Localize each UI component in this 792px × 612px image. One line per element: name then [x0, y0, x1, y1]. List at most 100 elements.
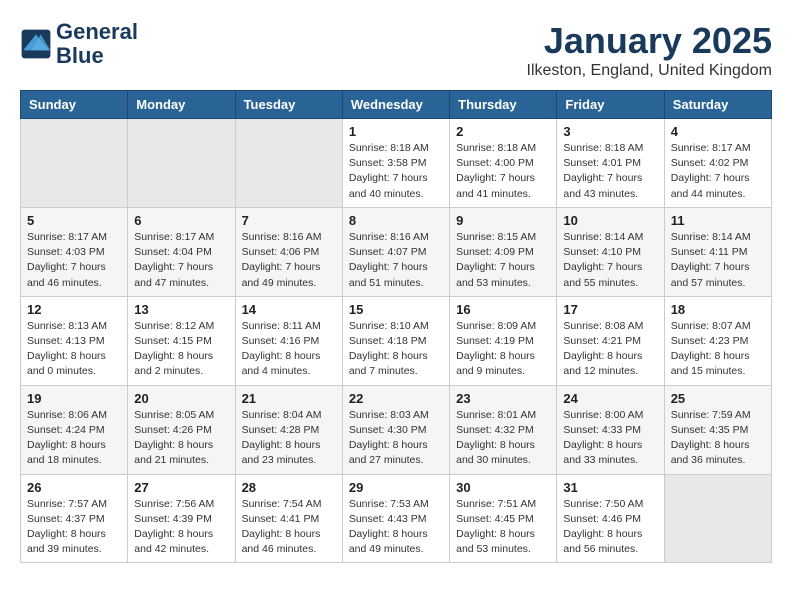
day-info: Sunrise: 8:00 AMSunset: 4:33 PMDaylight:… — [563, 408, 657, 469]
day-cell — [128, 119, 235, 208]
day-number: 28 — [242, 480, 336, 495]
day-cell: 17 Sunrise: 8:08 AMSunset: 4:21 PMDaylig… — [557, 296, 664, 385]
day-info: Sunrise: 8:14 AMSunset: 4:11 PMDaylight:… — [671, 230, 765, 291]
day-number: 13 — [134, 302, 228, 317]
calendar-title: January 2025 — [527, 20, 772, 62]
day-number: 11 — [671, 213, 765, 228]
day-cell: 11 Sunrise: 8:14 AMSunset: 4:11 PMDaylig… — [664, 207, 771, 296]
day-number: 12 — [27, 302, 121, 317]
day-info: Sunrise: 8:17 AMSunset: 4:04 PMDaylight:… — [134, 230, 228, 291]
day-cell: 27 Sunrise: 7:56 AMSunset: 4:39 PMDaylig… — [128, 474, 235, 563]
day-info: Sunrise: 8:03 AMSunset: 4:30 PMDaylight:… — [349, 408, 443, 469]
day-number: 21 — [242, 391, 336, 406]
day-info: Sunrise: 8:17 AMSunset: 4:02 PMDaylight:… — [671, 141, 765, 202]
day-number: 7 — [242, 213, 336, 228]
day-cell: 4 Sunrise: 8:17 AMSunset: 4:02 PMDayligh… — [664, 119, 771, 208]
header-cell-tuesday: Tuesday — [235, 91, 342, 119]
day-cell — [21, 119, 128, 208]
day-info: Sunrise: 8:05 AMSunset: 4:26 PMDaylight:… — [134, 408, 228, 469]
day-info: Sunrise: 8:09 AMSunset: 4:19 PMDaylight:… — [456, 319, 550, 380]
day-number: 17 — [563, 302, 657, 317]
day-info: Sunrise: 8:14 AMSunset: 4:10 PMDaylight:… — [563, 230, 657, 291]
day-info: Sunrise: 8:15 AMSunset: 4:09 PMDaylight:… — [456, 230, 550, 291]
day-cell: 6 Sunrise: 8:17 AMSunset: 4:04 PMDayligh… — [128, 207, 235, 296]
logo-text: General Blue — [56, 20, 138, 68]
day-cell: 5 Sunrise: 8:17 AMSunset: 4:03 PMDayligh… — [21, 207, 128, 296]
day-info: Sunrise: 8:16 AMSunset: 4:06 PMDaylight:… — [242, 230, 336, 291]
day-cell: 1 Sunrise: 8:18 AMSunset: 3:58 PMDayligh… — [342, 119, 449, 208]
day-cell: 18 Sunrise: 8:07 AMSunset: 4:23 PMDaylig… — [664, 296, 771, 385]
day-number: 14 — [242, 302, 336, 317]
day-cell: 31 Sunrise: 7:50 AMSunset: 4:46 PMDaylig… — [557, 474, 664, 563]
day-cell: 19 Sunrise: 8:06 AMSunset: 4:24 PMDaylig… — [21, 385, 128, 474]
day-cell: 13 Sunrise: 8:12 AMSunset: 4:15 PMDaylig… — [128, 296, 235, 385]
day-cell: 10 Sunrise: 8:14 AMSunset: 4:10 PMDaylig… — [557, 207, 664, 296]
day-info: Sunrise: 8:18 AMSunset: 3:58 PMDaylight:… — [349, 141, 443, 202]
day-cell: 16 Sunrise: 8:09 AMSunset: 4:19 PMDaylig… — [450, 296, 557, 385]
day-cell — [664, 474, 771, 563]
week-row-4: 19 Sunrise: 8:06 AMSunset: 4:24 PMDaylig… — [21, 385, 772, 474]
day-cell — [235, 119, 342, 208]
day-info: Sunrise: 8:16 AMSunset: 4:07 PMDaylight:… — [349, 230, 443, 291]
day-info: Sunrise: 8:11 AMSunset: 4:16 PMDaylight:… — [242, 319, 336, 380]
day-info: Sunrise: 8:01 AMSunset: 4:32 PMDaylight:… — [456, 408, 550, 469]
week-row-1: 1 Sunrise: 8:18 AMSunset: 3:58 PMDayligh… — [21, 119, 772, 208]
day-number: 15 — [349, 302, 443, 317]
header-cell-saturday: Saturday — [664, 91, 771, 119]
day-cell: 2 Sunrise: 8:18 AMSunset: 4:00 PMDayligh… — [450, 119, 557, 208]
header-cell-thursday: Thursday — [450, 91, 557, 119]
day-cell: 23 Sunrise: 8:01 AMSunset: 4:32 PMDaylig… — [450, 385, 557, 474]
day-cell: 25 Sunrise: 7:59 AMSunset: 4:35 PMDaylig… — [664, 385, 771, 474]
day-number: 5 — [27, 213, 121, 228]
day-number: 16 — [456, 302, 550, 317]
calendar-header-row: SundayMondayTuesdayWednesdayThursdayFrid… — [21, 91, 772, 119]
day-info: Sunrise: 8:13 AMSunset: 4:13 PMDaylight:… — [27, 319, 121, 380]
day-cell: 7 Sunrise: 8:16 AMSunset: 4:06 PMDayligh… — [235, 207, 342, 296]
day-info: Sunrise: 8:18 AMSunset: 4:00 PMDaylight:… — [456, 141, 550, 202]
day-number: 10 — [563, 213, 657, 228]
day-info: Sunrise: 8:04 AMSunset: 4:28 PMDaylight:… — [242, 408, 336, 469]
day-number: 2 — [456, 124, 550, 139]
page-header: General Blue January 2025 Ilkeston, Engl… — [20, 20, 772, 80]
logo-icon — [20, 28, 52, 60]
day-number: 30 — [456, 480, 550, 495]
day-cell: 15 Sunrise: 8:10 AMSunset: 4:18 PMDaylig… — [342, 296, 449, 385]
day-number: 3 — [563, 124, 657, 139]
calendar-body: 1 Sunrise: 8:18 AMSunset: 3:58 PMDayligh… — [21, 119, 772, 563]
day-info: Sunrise: 8:18 AMSunset: 4:01 PMDaylight:… — [563, 141, 657, 202]
day-cell: 12 Sunrise: 8:13 AMSunset: 4:13 PMDaylig… — [21, 296, 128, 385]
day-cell: 30 Sunrise: 7:51 AMSunset: 4:45 PMDaylig… — [450, 474, 557, 563]
day-number: 24 — [563, 391, 657, 406]
day-number: 25 — [671, 391, 765, 406]
day-cell: 26 Sunrise: 7:57 AMSunset: 4:37 PMDaylig… — [21, 474, 128, 563]
week-row-5: 26 Sunrise: 7:57 AMSunset: 4:37 PMDaylig… — [21, 474, 772, 563]
day-number: 18 — [671, 302, 765, 317]
day-number: 29 — [349, 480, 443, 495]
day-number: 26 — [27, 480, 121, 495]
day-info: Sunrise: 7:59 AMSunset: 4:35 PMDaylight:… — [671, 408, 765, 469]
day-cell: 9 Sunrise: 8:15 AMSunset: 4:09 PMDayligh… — [450, 207, 557, 296]
logo: General Blue — [20, 20, 138, 68]
day-info: Sunrise: 7:54 AMSunset: 4:41 PMDaylight:… — [242, 497, 336, 558]
day-number: 4 — [671, 124, 765, 139]
header-cell-monday: Monday — [128, 91, 235, 119]
header-cell-sunday: Sunday — [21, 91, 128, 119]
day-cell: 8 Sunrise: 8:16 AMSunset: 4:07 PMDayligh… — [342, 207, 449, 296]
day-cell: 22 Sunrise: 8:03 AMSunset: 4:30 PMDaylig… — [342, 385, 449, 474]
day-number: 23 — [456, 391, 550, 406]
day-info: Sunrise: 8:10 AMSunset: 4:18 PMDaylight:… — [349, 319, 443, 380]
day-info: Sunrise: 7:57 AMSunset: 4:37 PMDaylight:… — [27, 497, 121, 558]
day-number: 19 — [27, 391, 121, 406]
day-number: 22 — [349, 391, 443, 406]
week-row-2: 5 Sunrise: 8:17 AMSunset: 4:03 PMDayligh… — [21, 207, 772, 296]
day-info: Sunrise: 8:08 AMSunset: 4:21 PMDaylight:… — [563, 319, 657, 380]
day-info: Sunrise: 8:12 AMSunset: 4:15 PMDaylight:… — [134, 319, 228, 380]
day-info: Sunrise: 7:51 AMSunset: 4:45 PMDaylight:… — [456, 497, 550, 558]
day-info: Sunrise: 8:17 AMSunset: 4:03 PMDaylight:… — [27, 230, 121, 291]
day-number: 9 — [456, 213, 550, 228]
day-number: 8 — [349, 213, 443, 228]
day-number: 31 — [563, 480, 657, 495]
day-number: 1 — [349, 124, 443, 139]
day-cell: 24 Sunrise: 8:00 AMSunset: 4:33 PMDaylig… — [557, 385, 664, 474]
day-cell: 21 Sunrise: 8:04 AMSunset: 4:28 PMDaylig… — [235, 385, 342, 474]
